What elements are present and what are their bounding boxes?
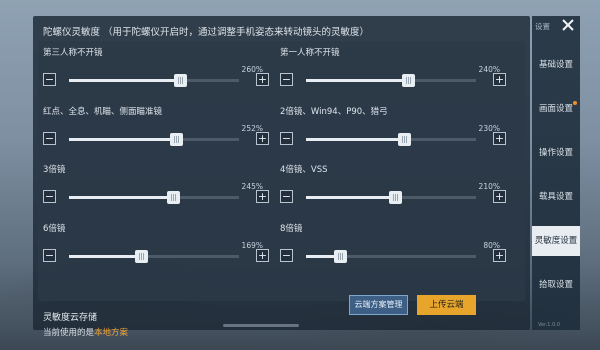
cloud-storage-title: 灵敏度云存储 <box>43 313 98 323</box>
slider-fill <box>306 196 396 199</box>
upload-cloud-button[interactable]: 上传云端 <box>417 295 476 315</box>
slider-label: 第一人称不开镜 <box>280 48 340 58</box>
increase-button[interactable]: + <box>256 73 269 86</box>
sidebar-header: 设置 <box>532 16 580 36</box>
decrease-button[interactable]: − <box>43 249 56 262</box>
version-text: Ver.1.0.0 <box>538 322 561 328</box>
settings-sidebar: 设置 基础设置画面设置操作设置载具设置灵敏度设置拾取设置 Ver.1.0.0 <box>532 16 580 330</box>
slider-fill <box>69 255 141 258</box>
slider-label: 第三人称不开镜 <box>43 48 103 58</box>
slider-track[interactable] <box>306 250 476 263</box>
increase-button[interactable]: + <box>493 249 506 262</box>
increase-button[interactable]: + <box>256 190 269 203</box>
slider-track[interactable] <box>306 191 476 204</box>
increase-button[interactable]: + <box>493 73 506 86</box>
slider-fill <box>306 138 404 141</box>
sensitivity-slider: 3倍镜 245% − + <box>43 163 269 219</box>
sidebar-item[interactable]: 画面设置 <box>532 94 580 124</box>
sidebar-item-label: 基础设置 <box>538 60 573 70</box>
slider-thumb[interactable] <box>170 133 184 146</box>
slider-track[interactable] <box>69 133 239 146</box>
slider-label: 2倍镜、Win94、P90、猎弓 <box>280 107 388 117</box>
current-plan-prefix: 当前使用的是 <box>43 328 95 338</box>
sensitivity-slider: 6倍镜 169% − + <box>43 222 269 278</box>
sidebar-item-label: 画面设置 <box>538 104 573 114</box>
decrease-button[interactable]: − <box>280 132 293 145</box>
slider-label: 6倍镜 <box>43 224 66 234</box>
increase-button[interactable]: + <box>256 249 269 262</box>
sensitivity-slider: 第一人称不开镜 240% − + <box>280 46 506 102</box>
current-plan-name: 本地方案 <box>94 328 129 338</box>
sidebar-title: 设置 <box>535 22 550 31</box>
increase-button[interactable]: + <box>493 132 506 145</box>
slider-fill <box>69 138 177 141</box>
slider-card: 第三人称不开镜 260% − + 第一人称不开镜 240% − + 红点、全息、机瞄、侧面瞄准镜… <box>38 41 525 301</box>
sensitivity-slider: 8倍镜 80% − + <box>280 222 506 278</box>
sidebar-item-label: 载具设置 <box>538 192 573 202</box>
slider-fill <box>69 196 174 199</box>
slider-fill <box>306 79 408 82</box>
slider-thumb[interactable] <box>397 133 411 146</box>
cloud-plan-manage-button[interactable]: 云端方案管理 <box>349 295 408 315</box>
slider-fill <box>69 79 180 82</box>
sensitivity-slider: 4倍镜、VSS 210% − + <box>280 163 506 219</box>
slider-thumb[interactable] <box>134 250 148 263</box>
slider-track[interactable] <box>69 250 239 263</box>
sidebar-item-label: 灵敏度设置 <box>534 236 578 246</box>
sensitivity-slider: 红点、全息、机瞄、侧面瞄准镜 252% − + <box>43 105 269 161</box>
decrease-button[interactable]: − <box>43 190 56 203</box>
scroll-indicator[interactable] <box>223 324 299 327</box>
section-header: 陀螺仪灵敏度 （用于陀螺仪开启时，通过调整手机姿态来转动镜头的灵敏度） <box>43 24 523 40</box>
decrease-button[interactable]: − <box>280 249 293 262</box>
sidebar-item[interactable]: 操作设置 <box>532 138 580 168</box>
sidebar-item[interactable]: 载具设置 <box>532 182 580 212</box>
slider-label: 8倍镜 <box>280 224 303 234</box>
slider-label: 3倍镜 <box>43 165 66 175</box>
sensitivity-slider: 2倍镜、Win94、P90、猎弓 230% − + <box>280 105 506 161</box>
increase-button[interactable]: + <box>256 132 269 145</box>
sensitivity-slider: 第三人称不开镜 260% − + <box>43 46 269 102</box>
slider-thumb[interactable] <box>334 250 347 263</box>
sidebar-item-label: 操作设置 <box>538 148 573 158</box>
close-icon[interactable] <box>560 17 576 33</box>
section-title: 陀螺仪灵敏度 <box>43 27 101 38</box>
slider-thumb[interactable] <box>167 191 181 204</box>
slider-thumb[interactable] <box>389 191 403 204</box>
slider-track[interactable] <box>306 74 476 87</box>
section-note: （用于陀螺仪开启时，通过调整手机姿态来转动镜头的灵敏度） <box>103 27 370 38</box>
slider-thumb[interactable] <box>402 74 415 87</box>
slider-track[interactable] <box>69 74 239 87</box>
slider-thumb[interactable] <box>173 74 187 87</box>
increase-button[interactable]: + <box>493 190 506 203</box>
decrease-button[interactable]: − <box>280 73 293 86</box>
slider-label: 红点、全息、机瞄、侧面瞄准镜 <box>43 107 163 117</box>
decrease-button[interactable]: − <box>43 73 56 86</box>
decrease-button[interactable]: − <box>280 190 293 203</box>
sidebar-item[interactable]: 拾取设置 <box>532 270 580 300</box>
decrease-button[interactable]: − <box>43 132 56 145</box>
gyro-settings-panel: 陀螺仪灵敏度 （用于陀螺仪开启时，通过调整手机姿态来转动镜头的灵敏度） 第三人称… <box>33 16 530 338</box>
notification-dot <box>573 101 577 105</box>
sidebar-item-label: 拾取设置 <box>538 280 573 290</box>
sidebar-item[interactable]: 基础设置 <box>532 50 580 80</box>
slider-label: 4倍镜、VSS <box>280 165 328 175</box>
sidebar-item[interactable]: 灵敏度设置 <box>532 226 580 256</box>
slider-track[interactable] <box>306 133 476 146</box>
slider-track[interactable] <box>69 191 239 204</box>
cloud-current-plan: 当前使用的是本地方案 <box>43 326 128 338</box>
